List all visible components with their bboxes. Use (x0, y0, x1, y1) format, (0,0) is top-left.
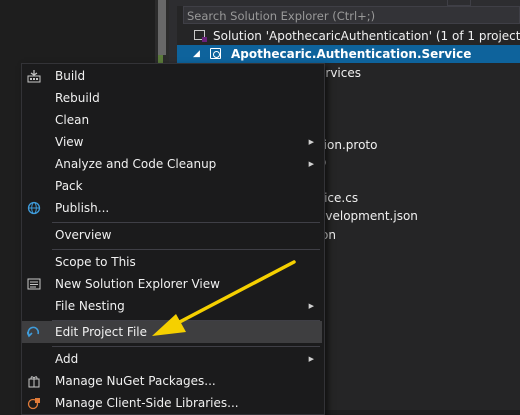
annotation-arrow (152, 260, 296, 336)
